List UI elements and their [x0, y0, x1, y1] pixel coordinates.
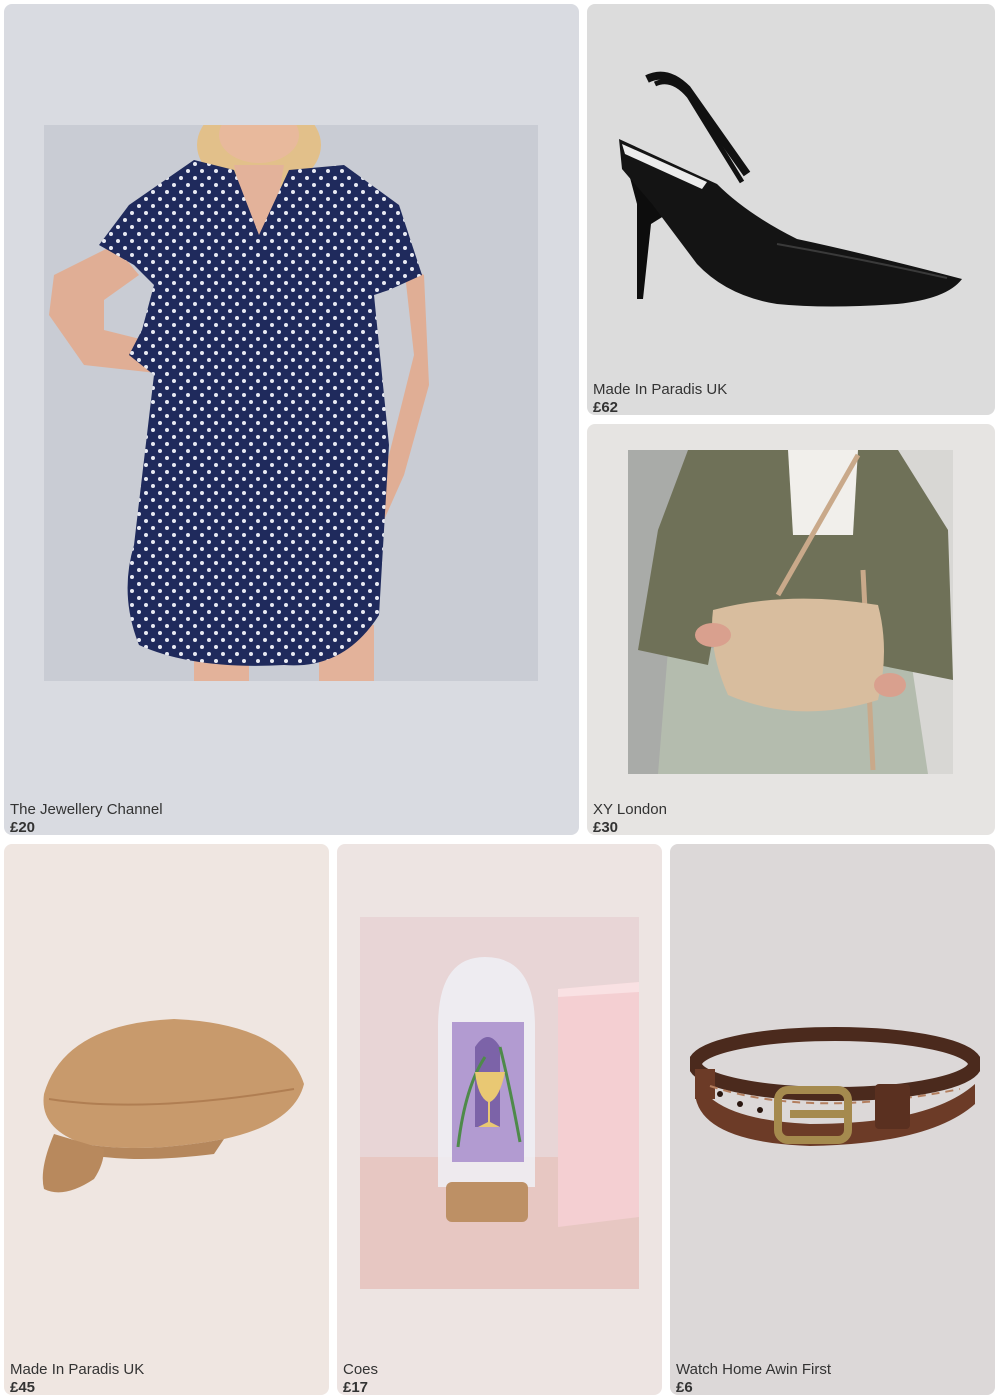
leather-bracelet-icon: [690, 1027, 980, 1146]
product-image-pin[interactable]: [360, 917, 639, 1289]
product-brand[interactable]: The Jewellery Channel: [10, 801, 163, 819]
product-brand[interactable]: Watch Home Awin First: [676, 1361, 831, 1379]
product-image-bracelet[interactable]: [690, 1024, 980, 1174]
product-brand[interactable]: Made In Paradis UK: [10, 1361, 144, 1379]
product-image-bag[interactable]: [628, 450, 953, 774]
product-card-dress[interactable]: The Jewellery Channel £20: [4, 4, 579, 835]
product-brand[interactable]: Coes: [343, 1361, 378, 1379]
product-brand[interactable]: XY London: [593, 801, 667, 819]
shoulder-bag-image-icon: [628, 450, 953, 774]
product-price: £6: [676, 1379, 693, 1395]
product-card-bracelet[interactable]: Watch Home Awin First £6: [670, 844, 995, 1395]
dress-image-icon: [44, 125, 538, 681]
slingback-heel-icon: [619, 71, 962, 307]
product-price: £20: [10, 819, 36, 835]
product-brand[interactable]: Made In Paradis UK: [593, 381, 727, 399]
product-price: £17: [343, 1379, 369, 1395]
product-card-pin[interactable]: Coes £17: [337, 844, 662, 1395]
product-price: £30: [593, 819, 619, 835]
product-image-cap[interactable]: [24, 1004, 309, 1204]
cocktail-pin-image-icon: [360, 917, 639, 1289]
product-card-cap[interactable]: Made In Paradis UK £45: [4, 844, 329, 1395]
product-image-heel[interactable]: [607, 64, 977, 314]
product-card-bag[interactable]: XY London £30: [587, 424, 995, 835]
product-image-dress[interactable]: [44, 125, 538, 681]
product-price: £45: [10, 1379, 36, 1395]
product-card-heel[interactable]: Made In Paradis UK £62: [587, 4, 995, 415]
product-price: £62: [593, 399, 619, 415]
baker-boy-cap-icon: [42, 1019, 304, 1193]
